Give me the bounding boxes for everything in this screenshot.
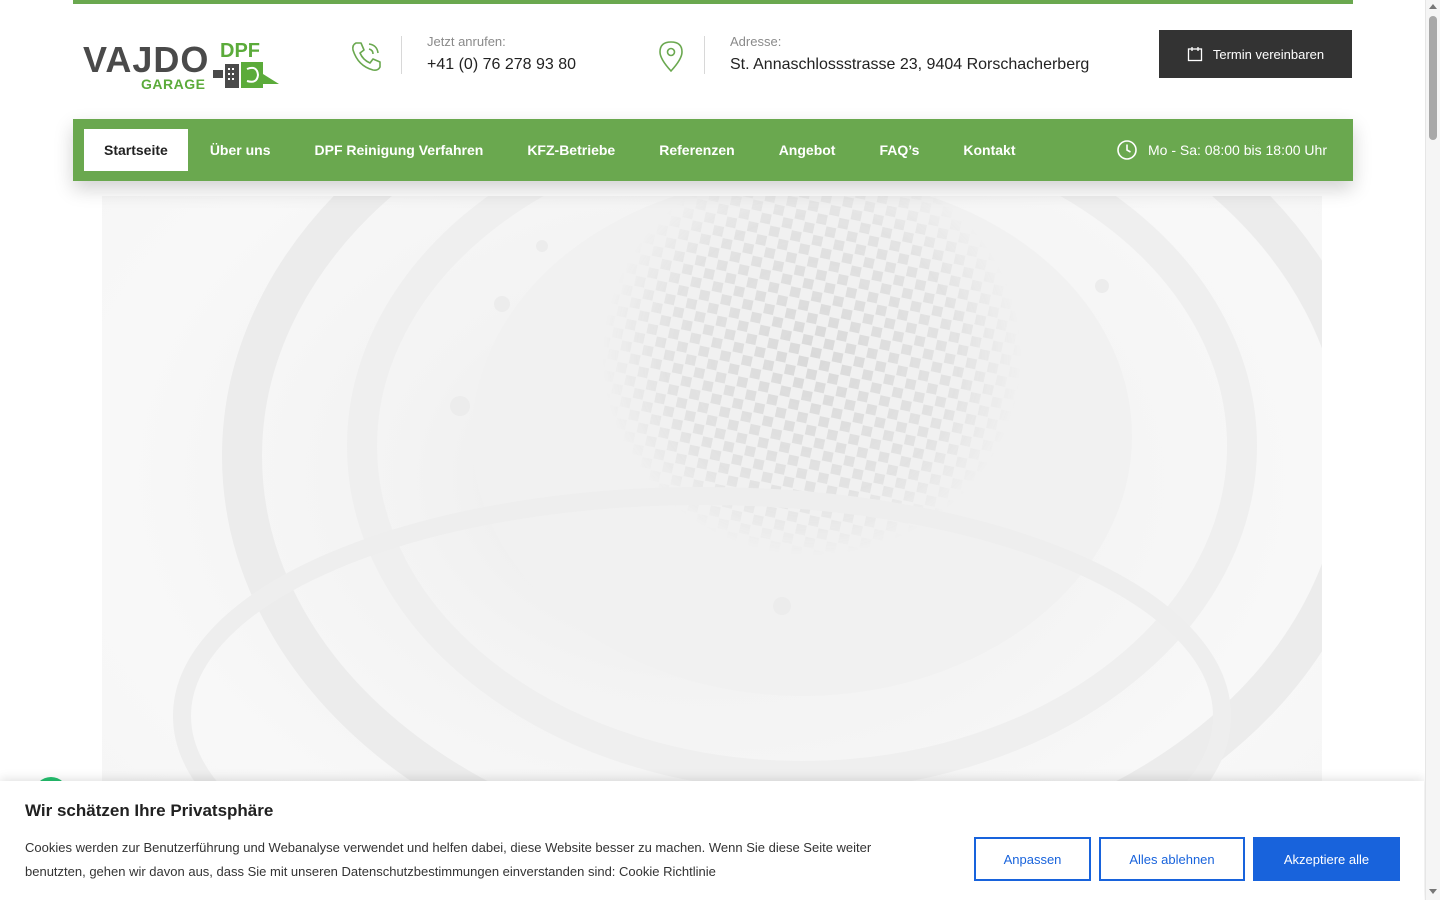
nav-item-kontakt[interactable]: Kontakt [941, 129, 1037, 171]
address-divider [704, 36, 705, 74]
logo-main-text: VAJDO [83, 39, 210, 80]
phone-label: Jetzt anrufen: [427, 34, 506, 49]
cookie-reject-button[interactable]: Alles ablehnen [1099, 837, 1245, 881]
address-label: Adresse: [730, 34, 782, 49]
nav-item-ueber-uns[interactable]: Über uns [188, 129, 293, 171]
phone-divider [401, 36, 402, 74]
nav-item-kfz-betriebe[interactable]: KFZ-Betriebe [505, 129, 637, 171]
scroll-thumb[interactable] [1429, 16, 1437, 140]
nav-item-startseite[interactable]: Startseite [84, 129, 188, 171]
nav-item-referenzen[interactable]: Referenzen [637, 129, 756, 171]
cookie-consent-banner: Wir schätzen Ihre Privatsphäre Cookies w… [0, 781, 1424, 900]
cookie-accept-button[interactable]: Akzeptiere alle [1253, 837, 1400, 881]
page-scrollbar[interactable] [1425, 0, 1440, 900]
phone-number[interactable]: +41 (0) 76 278 93 80 [427, 56, 576, 74]
nav-item-faqs[interactable]: FAQ’s [857, 129, 941, 171]
address-contact[interactable]: Adresse: St. Annaschlossstrasse 23, 9404… [653, 32, 1123, 78]
scroll-up-icon[interactable] [1429, 4, 1437, 9]
address-value: St. Annaschlossstrasse 23, 9404 Rorschac… [730, 56, 1090, 73]
calendar-icon [1187, 47, 1203, 62]
cookie-customize-button[interactable]: Anpassen [974, 837, 1091, 881]
phone-contact[interactable]: Jetzt anrufen: +41 (0) 76 278 93 80 [348, 32, 598, 78]
book-appointment-label: Termin vereinbaren [1212, 46, 1325, 62]
nav-item-dpf-reinigung-verfahren[interactable]: DPF Reinigung Verfahren [293, 129, 506, 171]
clock-icon [1117, 140, 1137, 160]
phone-icon [352, 42, 381, 71]
cookie-text: Cookies werden zur Benutzerführung und W… [25, 840, 872, 879]
map-pin-icon [659, 41, 683, 73]
cookie-title: Wir schätzen Ihre Privatsphäre [25, 801, 274, 820]
site-header: VAJDO GARAGE DPF Jetzt anrufen: +41 (0) … [73, 4, 1353, 119]
nav-item-angebot[interactable]: Angebot [757, 129, 858, 171]
logo[interactable]: VAJDO GARAGE DPF [83, 39, 283, 94]
opening-hours: Mo - Sa: 08:00 bis 18:00 Uhr [1116, 139, 1327, 161]
logo-filter-icon [213, 62, 279, 88]
nav-list: Startseite Über uns DPF Reinigung Verfah… [84, 129, 1038, 171]
logo-sub-text: GARAGE [141, 76, 206, 92]
opening-hours-text: Mo - Sa: 08:00 bis 18:00 Uhr [1148, 142, 1327, 158]
book-appointment-button[interactable]: Termin vereinbaren [1159, 30, 1352, 78]
scroll-down-icon[interactable] [1429, 889, 1437, 894]
main-navigation: Startseite Über uns DPF Reinigung Verfah… [73, 119, 1353, 181]
